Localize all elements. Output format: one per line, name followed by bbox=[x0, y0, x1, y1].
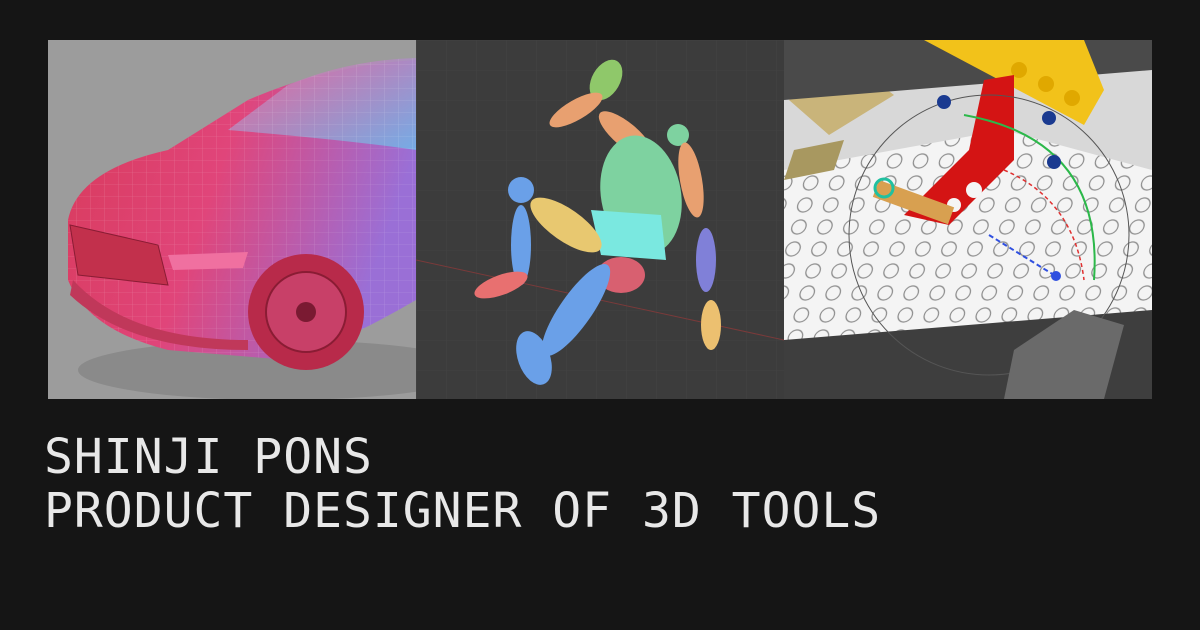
designer-role: PRODUCT DESIGNER OF 3D TOOLS bbox=[44, 483, 882, 539]
headline: SHINJI PONS PRODUCT DESIGNER OF 3D TOOLS bbox=[44, 430, 881, 538]
brick-model-image bbox=[784, 40, 1152, 399]
mannequin-rig-image bbox=[416, 40, 784, 399]
designer-name: SHINJI PONS bbox=[44, 429, 373, 485]
car-render-image bbox=[48, 40, 416, 399]
showcase-images bbox=[48, 40, 1152, 399]
